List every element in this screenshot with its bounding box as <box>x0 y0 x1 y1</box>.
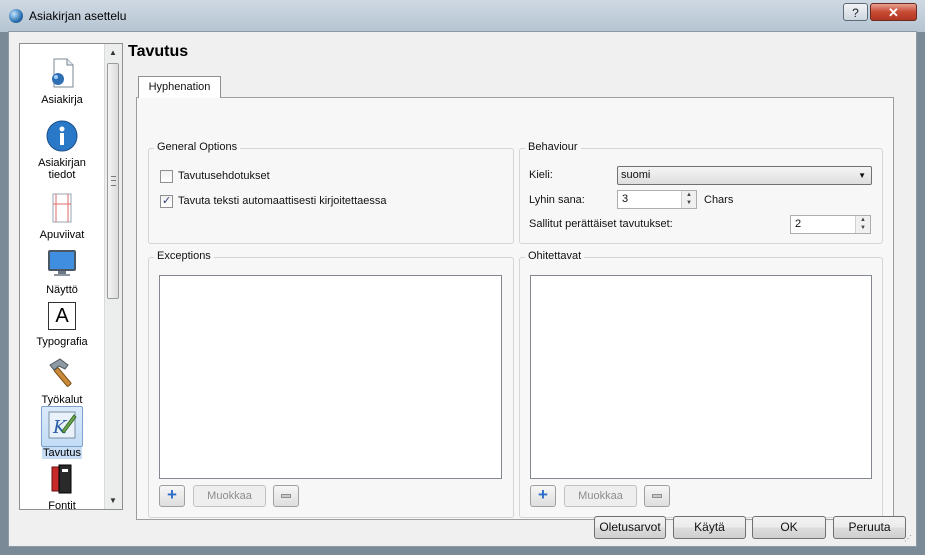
scroll-up-icon[interactable]: ▲ <box>109 48 117 57</box>
apply-button[interactable]: Käytä <box>673 516 746 539</box>
exceptions-list[interactable] <box>159 275 502 479</box>
sidebar-item-label: Apuviivat <box>39 229 85 241</box>
tab-pane: General Options Tavutusehdotukset Tavuta… <box>136 97 894 520</box>
behaviour-group: Behaviour Kieli: suomi ▼ Lyhin sana: 3 ▲… <box>519 141 883 244</box>
sidebar-item-label: Asiakirjan tiedot <box>38 157 86 181</box>
spin-down-icon[interactable]: ▼ <box>856 224 870 232</box>
language-select[interactable]: suomi ▼ <box>617 166 872 185</box>
hyphenation-icon: K <box>48 411 77 439</box>
chevron-down-icon: ▼ <box>858 171 866 180</box>
defaults-button[interactable]: Oletusarvot <box>594 516 666 539</box>
sidebar-item-label: Asiakirja <box>41 94 83 106</box>
ignore-remove-button[interactable] <box>644 485 670 507</box>
shortest-word-unit: Chars <box>704 194 734 206</box>
consecutive-spinbox[interactable]: 2 ▲ ▼ <box>790 215 871 234</box>
scroll-down-icon[interactable]: ▼ <box>109 496 117 505</box>
group-title: Behaviour <box>525 141 581 153</box>
title-bar[interactable]: Asiakirjan asettelu ? ✕ <box>0 0 925 32</box>
sidebar-item-asiakirja[interactable]: Asiakirja <box>20 55 104 106</box>
sidebar-item-label: Työkalut <box>41 394 83 406</box>
resize-grip-icon[interactable]: ⋰ <box>904 534 914 544</box>
scrollbar-thumb[interactable] <box>107 63 119 299</box>
ignore-group: Ohitettavat + Muokkaa <box>519 250 883 518</box>
exceptions-remove-button[interactable] <box>273 485 299 507</box>
shortest-word-label: Lyhin sana: <box>529 194 585 206</box>
consecutive-value: 2 <box>795 218 802 230</box>
shortest-word-spinbox[interactable]: 3 ▲ ▼ <box>617 190 697 209</box>
language-label: Kieli: <box>529 169 553 181</box>
group-title: Exceptions <box>154 250 214 262</box>
exceptions-edit-button[interactable]: Muokkaa <box>193 485 266 507</box>
sidebar-item-typografia[interactable]: A Typografia <box>20 300 104 348</box>
help-button[interactable]: ? <box>843 3 868 21</box>
guides-icon <box>52 193 72 223</box>
typography-icon: A <box>48 302 76 330</box>
general-options-group: General Options Tavutusehdotukset Tavuta… <box>148 141 514 244</box>
sidebar-item-naytto[interactable]: Näyttö <box>20 245 104 296</box>
ignore-add-button[interactable]: + <box>530 485 556 507</box>
group-title: General Options <box>154 141 241 153</box>
sidebar-item-asiakirjan-tiedot[interactable]: Asiakirjan tiedot <box>20 118 104 181</box>
ok-button[interactable]: OK <box>752 516 826 539</box>
sidebar-item-label: Fontit <box>48 500 76 510</box>
exceptions-add-button[interactable]: + <box>159 485 185 507</box>
minus-icon <box>652 494 662 498</box>
dialog-client: Asiakirja Asiakirjan tiedot Apuviivat Nä… <box>8 31 917 547</box>
fonts-icon <box>51 464 72 494</box>
tavutusehdotukset-label: Tavutusehdotukset <box>178 170 270 182</box>
app-icon <box>9 9 23 23</box>
window-title: Asiakirjan asettelu <box>29 9 127 23</box>
auto-hyphenate-checkbox[interactable] <box>160 194 173 208</box>
page-title: Tavutus <box>128 43 189 60</box>
exceptions-group: Exceptions + Muokkaa <box>148 250 514 518</box>
sidebar-item-label: Näyttö <box>46 284 78 296</box>
hammer-icon <box>49 358 72 387</box>
minus-icon <box>281 494 291 498</box>
sidebar: Asiakirja Asiakirjan tiedot Apuviivat Nä… <box>19 43 123 510</box>
document-icon <box>52 58 74 88</box>
spin-down-icon[interactable]: ▼ <box>682 199 696 207</box>
consecutive-label: Sallitut perättäiset tavutukset: <box>529 218 673 230</box>
auto-hyphenate-label: Tavuta teksti automaattisesti kirjoitett… <box>178 195 387 207</box>
spin-up-icon[interactable]: ▲ <box>856 216 870 224</box>
sidebar-item-apuviivat[interactable]: Apuviivat <box>20 190 104 241</box>
monitor-icon <box>48 250 76 276</box>
close-button[interactable]: ✕ <box>870 3 917 21</box>
group-title: Ohitettavat <box>525 250 585 262</box>
sidebar-item-tyokalut[interactable]: Työkalut <box>20 355 104 406</box>
cancel-button[interactable]: Peruuta <box>833 516 906 539</box>
info-icon <box>46 120 78 152</box>
sidebar-item-fontit[interactable]: Fontit <box>20 461 104 510</box>
tavutusehdotukset-checkbox[interactable] <box>160 170 173 183</box>
ignore-list[interactable] <box>530 275 872 479</box>
sidebar-scrollbar[interactable]: ▲ ▼ <box>104 44 122 509</box>
language-value: suomi <box>621 169 651 181</box>
sidebar-item-tavutus[interactable]: K Tavutus <box>20 406 104 459</box>
sidebar-item-label: Tavutus <box>42 447 82 459</box>
tab-hyphenation[interactable]: Hyphenation <box>138 76 221 98</box>
sidebar-item-label: Typografia <box>36 336 88 348</box>
spin-up-icon[interactable]: ▲ <box>682 191 696 199</box>
shortest-word-value: 3 <box>622 193 629 205</box>
ignore-edit-button[interactable]: Muokkaa <box>564 485 637 507</box>
